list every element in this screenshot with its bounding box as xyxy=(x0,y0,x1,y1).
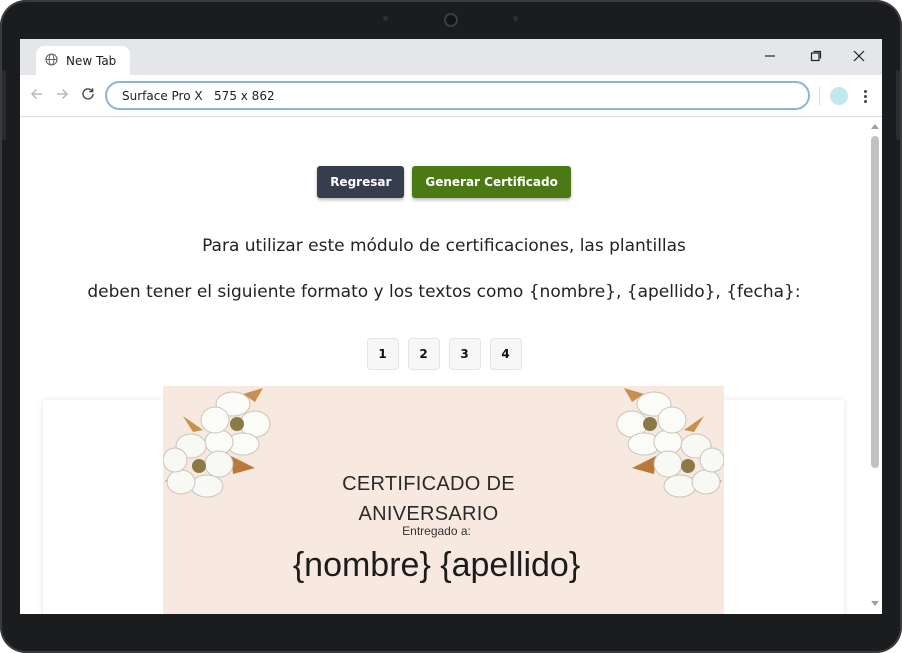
certificate-name-placeholder: {nombre} {apellido} xyxy=(292,546,581,584)
address-text: Surface Pro X 575 x 862 xyxy=(122,88,275,103)
certificate-preview: CERTIFICADO DE ANIVERSARIO Entregado a: … xyxy=(163,386,724,614)
address-bar[interactable]: Surface Pro X 575 x 862 xyxy=(105,81,810,110)
tab-strip: New Tab xyxy=(20,39,882,75)
page-button-4[interactable]: 4 xyxy=(489,338,522,370)
generar-certificado-button[interactable]: Generar Certificado xyxy=(412,166,571,198)
arrow-left-icon xyxy=(30,86,44,105)
sensor-dot xyxy=(383,16,388,21)
browser-toolbar: Surface Pro X 575 x 862 xyxy=(20,75,882,117)
close-window-button[interactable] xyxy=(844,44,874,68)
intro-text-line-2: deben tener el siguiente formato y los t… xyxy=(87,282,801,302)
template-pagination: 1 2 3 4 xyxy=(20,338,868,370)
page-button-2[interactable]: 2 xyxy=(407,338,440,370)
scrollbar-thumb[interactable] xyxy=(871,136,879,468)
sensor-dot xyxy=(513,16,518,21)
certificate-title-line-2: ANIVERSARIO xyxy=(358,503,499,525)
forward-nav-button[interactable] xyxy=(52,85,72,105)
more-vertical-icon xyxy=(863,89,867,93)
tab-title: New Tab xyxy=(66,53,117,68)
minimize-icon xyxy=(764,47,776,66)
tablet-frame: New Tab Surface Pro X 575 x 862 Regresar… xyxy=(0,0,902,653)
scroll-up-arrow-icon[interactable] xyxy=(871,124,879,129)
intro-text-line-1: Para utilizar este módulo de certificaci… xyxy=(202,236,686,256)
minimize-button[interactable] xyxy=(755,44,785,68)
globe-icon xyxy=(45,51,58,70)
more-vertical-icon xyxy=(863,99,867,103)
browser-window: New Tab Surface Pro X 575 x 862 Regresar… xyxy=(20,39,882,614)
more-vertical-icon xyxy=(863,94,867,98)
tab-new-tab[interactable]: New Tab xyxy=(36,46,130,75)
arrow-right-icon xyxy=(55,86,69,105)
page-button-3[interactable]: 3 xyxy=(448,338,481,370)
side-button xyxy=(896,70,900,140)
profile-avatar[interactable] xyxy=(830,87,848,105)
action-bar: Regresar Generar Certificado xyxy=(20,166,868,198)
certificate-subtitle: Entregado a: xyxy=(402,524,471,538)
page-button-1[interactable]: 1 xyxy=(366,338,399,370)
close-icon xyxy=(853,47,865,66)
browser-menu-button[interactable] xyxy=(858,86,872,106)
side-button xyxy=(2,70,6,140)
reload-icon xyxy=(81,86,95,105)
toolbar-divider xyxy=(819,87,820,105)
front-camera xyxy=(444,13,458,27)
reload-button[interactable] xyxy=(78,85,98,105)
back-nav-button[interactable] xyxy=(27,85,47,105)
regresar-button[interactable]: Regresar xyxy=(317,166,405,198)
certificate-title-line-1: CERTIFICADO DE xyxy=(342,473,515,495)
restore-icon xyxy=(810,47,822,66)
page-content: Regresar Generar Certificado Para utiliz… xyxy=(20,118,882,614)
page-scrollbar[interactable] xyxy=(868,118,882,614)
scroll-down-arrow-icon[interactable] xyxy=(871,601,879,606)
restore-button[interactable] xyxy=(801,44,831,68)
